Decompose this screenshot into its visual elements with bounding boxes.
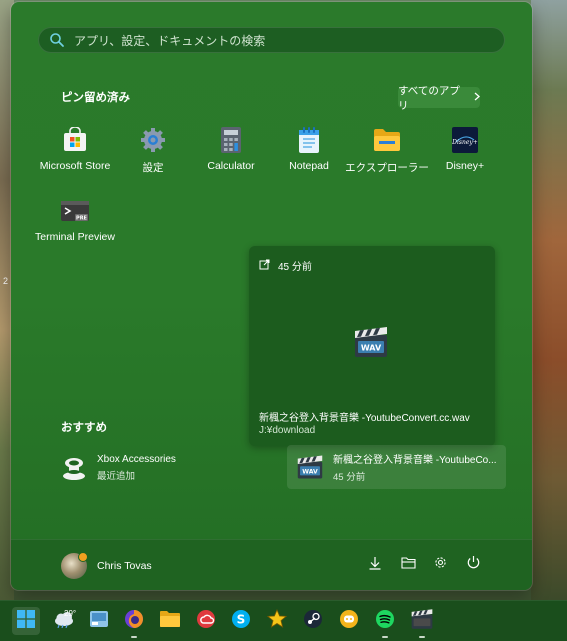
svg-text:WAV: WAV <box>361 344 382 353</box>
windows-logo-icon <box>17 609 35 633</box>
app-label: 設定 <box>142 162 164 174</box>
folder-icon <box>400 556 416 574</box>
search-icon <box>49 32 65 48</box>
taskbar-star-app[interactable] <box>263 607 291 635</box>
start-button[interactable] <box>12 607 40 635</box>
pinned-app-disney-plus[interactable]: Disney+ Disney+ <box>425 122 505 190</box>
recommended-item-subtitle: 45 分前 <box>333 472 366 483</box>
settings-button[interactable] <box>430 555 450 575</box>
taskbar-skype[interactable]: S <box>227 607 255 635</box>
power-icon <box>466 555 481 575</box>
app-label: Calculator <box>207 160 255 172</box>
avatar <box>61 552 88 579</box>
wav-file-icon: WAV <box>297 454 323 480</box>
card-file-name: 新楓之谷登入背景音樂 -YoutubeConvert.cc.wav <box>259 413 470 424</box>
card-file-path: J:¥download <box>259 425 316 436</box>
taskbar: S <box>0 600 567 641</box>
app-label: Notepad <box>289 160 329 172</box>
settings-gear-icon <box>139 126 167 154</box>
pinned-app-explorer[interactable]: エクスプローラー <box>345 122 429 190</box>
search-box[interactable]: アプリ、設定、ドキュメントの検索 <box>38 27 505 53</box>
user-account-button[interactable]: Chris Tovas <box>61 552 152 579</box>
search-placeholder: アプリ、設定、ドキュメントの検索 <box>74 33 266 48</box>
card-time: 45 分前 <box>278 262 312 273</box>
running-indicator <box>419 636 425 638</box>
recommended-item-xbox-accessories[interactable]: Xbox Accessories 最近追加 <box>61 454 176 482</box>
spotify-icon <box>375 609 395 634</box>
recommended-item-title: Xbox Accessories <box>97 454 176 465</box>
app-label: Terminal Preview <box>35 231 115 243</box>
folder-icon <box>159 610 181 633</box>
pinned-section-title: ピン留め済み <box>61 92 130 104</box>
disney-plus-icon: Disney+ <box>451 126 479 154</box>
calculator-icon <box>217 126 245 154</box>
widgets-icon <box>89 610 109 633</box>
svg-text:WAV: WAV <box>302 469 318 476</box>
taskbar-spotify[interactable] <box>371 607 399 638</box>
taskbar-creative-cloud[interactable] <box>192 607 220 635</box>
file-explorer-icon <box>373 126 401 154</box>
taskbar-steam[interactable] <box>299 607 327 635</box>
open-external-icon <box>259 259 270 273</box>
xbox-accessories-icon <box>61 455 87 481</box>
all-apps-label: すべてのアプリ <box>398 84 460 112</box>
pinned-app-microsoft-store[interactable]: Microsoft Store <box>35 122 115 190</box>
discord-icon <box>339 609 359 634</box>
downloads-button[interactable] <box>365 555 385 575</box>
notepad-icon <box>295 126 323 154</box>
steam-icon <box>303 609 323 634</box>
pinned-app-calculator[interactable]: Calculator <box>191 122 271 190</box>
wav-file-icon: WAV <box>354 325 388 359</box>
taskbar-widgets[interactable] <box>85 607 113 635</box>
recommended-item-subtitle: 最近追加 <box>97 471 136 482</box>
chevron-right-icon <box>474 92 480 104</box>
pinned-app-settings[interactable]: 設定 <box>113 122 193 190</box>
gear-icon <box>433 555 448 575</box>
taskbar-file-explorer[interactable] <box>156 607 184 635</box>
recommended-item-title: 新楓之谷登入背景音樂 -YoutubeCo... <box>333 455 497 466</box>
pinned-app-notepad[interactable]: Notepad <box>269 122 349 190</box>
user-name: Chris Tovas <box>97 560 152 572</box>
pinned-app-terminal-preview[interactable]: PRE Terminal Preview <box>35 193 115 261</box>
app-label: Disney+ <box>445 160 485 172</box>
power-button[interactable] <box>463 555 483 575</box>
running-indicator <box>131 636 137 638</box>
download-icon <box>368 556 382 575</box>
file-explorer-button[interactable] <box>398 555 418 575</box>
star-icon <box>266 608 288 634</box>
video-converter-icon <box>411 608 433 635</box>
desktop-wallpaper-right <box>531 0 567 600</box>
status-dot <box>78 552 88 562</box>
svg-text:Disney+: Disney+ <box>452 139 478 146</box>
weather-temperature: 29° <box>64 609 77 618</box>
skype-icon: S <box>231 609 251 634</box>
svg-text:PRE: PRE <box>76 216 88 222</box>
app-label: Microsoft Store <box>39 160 111 172</box>
taskbar-firefox[interactable] <box>120 607 148 638</box>
svg-text:S: S <box>237 612 246 626</box>
card-time-row: 45 分前 <box>259 258 312 273</box>
recommended-item-wav-file[interactable]: WAV 新楓之谷登入背景音樂 -YoutubeCo... 45 分前 <box>287 445 506 489</box>
start-menu-footer: Chris Tovas <box>11 539 532 590</box>
app-label: エクスプローラー <box>345 162 429 174</box>
creative-cloud-icon <box>196 609 216 634</box>
desktop-edge-label: 2 <box>3 276 9 286</box>
terminal-preview-icon: PRE <box>61 197 89 225</box>
microsoft-store-icon <box>61 126 89 154</box>
running-indicator <box>382 636 388 638</box>
taskbar-video-converter[interactable] <box>408 607 436 638</box>
firefox-icon <box>124 609 144 634</box>
start-menu: アプリ、設定、ドキュメントの検索 ピン留め済み すべてのアプリ Microsof… <box>11 2 532 590</box>
recommended-section-title: おすすめ <box>61 422 107 434</box>
taskbar-discord[interactable] <box>335 607 363 635</box>
recent-file-preview-card[interactable]: 45 分前 WAV 新楓之谷登入背景音樂 -YoutubeConvert.cc.… <box>249 246 495 446</box>
all-apps-button[interactable]: すべてのアプリ <box>398 85 480 112</box>
